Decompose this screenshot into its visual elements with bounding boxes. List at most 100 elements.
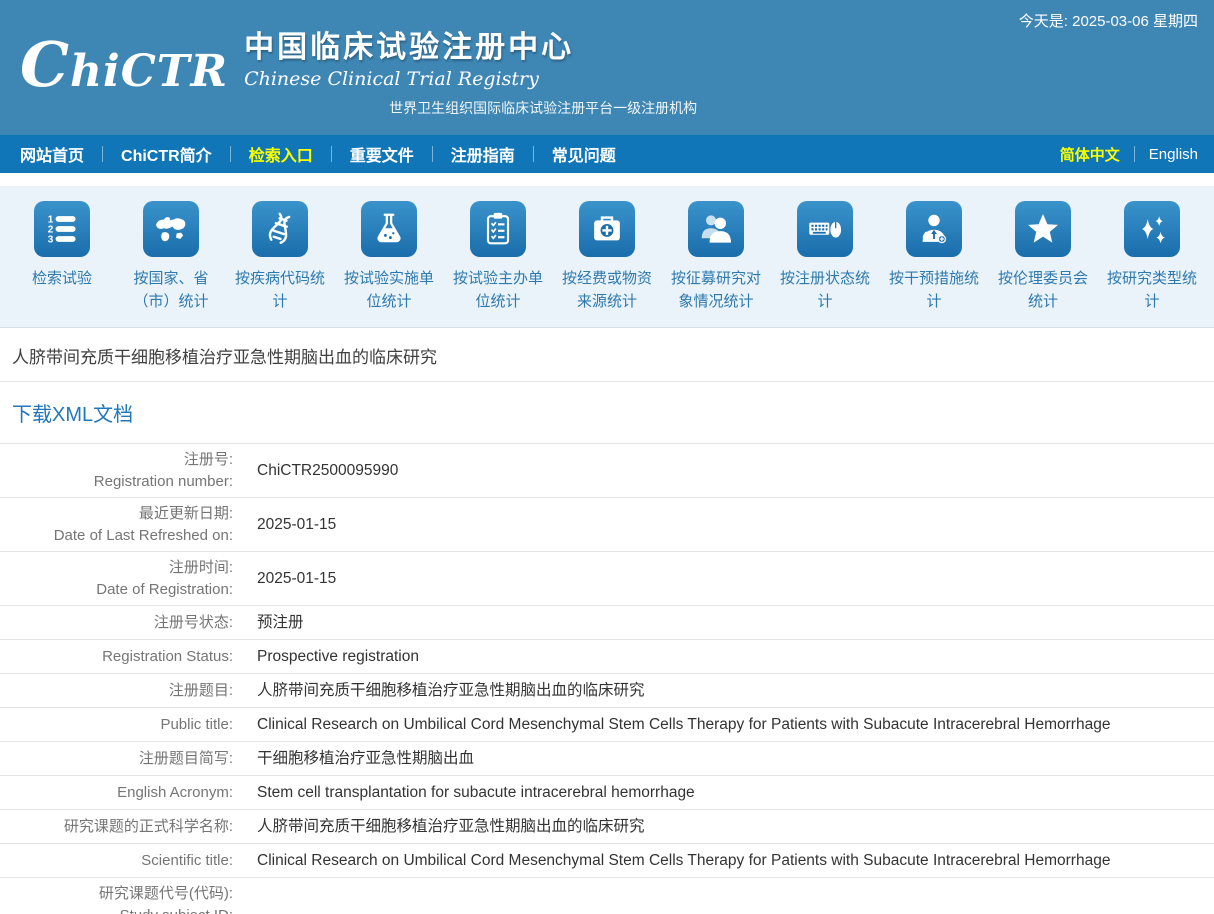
row-value: Stem cell transplantation for subacute i… (245, 778, 1214, 808)
tile-label: 按试验主办单位统计 (450, 267, 546, 314)
table-row-registration-status-zh: 注册号状态: 预注册 (0, 606, 1214, 640)
nav-item-about[interactable]: ChiCTR简介 (117, 142, 216, 166)
nav-item-guide[interactable]: 注册指南 (447, 142, 519, 166)
site-titles: 中国临床试验注册中心 Chinese Clinical Trial Regist… (244, 22, 697, 118)
row-value: 干细胞移植治疗亚急性期脑出血 (245, 744, 1214, 774)
flask-icon (361, 201, 417, 257)
nav-separator (102, 146, 103, 162)
tile-search-trials[interactable]: 1 2 3 检索试验 (8, 201, 116, 317)
row-value: 2025-01-15 (245, 510, 1214, 540)
table-row-public-title-en: Public title: Clinical Research on Umbil… (0, 708, 1214, 742)
row-label-en: English Acronym: (0, 778, 245, 808)
chictr-logo-text: ChiCTR (20, 34, 228, 96)
tile-label: 按国家、省（市）统计 (123, 267, 219, 314)
table-row-registration-status-en: Registration Status: Prospective registr… (0, 640, 1214, 674)
nav-item-documents[interactable]: 重要文件 (346, 142, 418, 166)
tile-label: 检索试验 (32, 267, 92, 290)
site-title-en: Chinese Clinical Trial Registry (244, 68, 697, 90)
tile-label: 按干预措施统计 (886, 267, 982, 314)
today-date: 今天是: 2025-03-06 星期四 (1019, 10, 1198, 31)
tile-by-recruitment-status[interactable]: 按征募研究对象情况统计 (662, 201, 770, 317)
clipboard-icon (470, 201, 526, 257)
table-row-registration-number: 注册号: Registration number: ChiCTR25000959… (0, 444, 1214, 498)
trial-detail-table: 注册号: Registration number: ChiCTR25000959… (0, 444, 1214, 914)
people-icon (688, 201, 744, 257)
row-value: Clinical Research on Umbilical Cord Mese… (245, 710, 1214, 740)
nav-separator (331, 146, 332, 162)
row-label-en: Date of Registration: (0, 579, 233, 601)
quick-stats-strip: 1 2 3 检索试验 按国家、省（市）统计 (0, 186, 1214, 328)
nav-separator (230, 146, 231, 162)
row-label-en: Study subject ID: (0, 905, 233, 914)
table-row-acronym-en: English Acronym: Stem cell transplantati… (0, 776, 1214, 810)
row-value: 预注册 (245, 608, 1214, 638)
download-row: 下载XML文档 (0, 382, 1214, 444)
row-label-zh: 注册题目: (0, 676, 245, 706)
lang-simplified-chinese[interactable]: 简体中文 (1060, 144, 1120, 165)
main-nav: 网站首页 ChiCTR简介 检索入口 重要文件 注册指南 常见问题 简体中文 E… (0, 135, 1214, 173)
row-label-en: Registration number: (0, 471, 233, 493)
nav-separator (432, 146, 433, 162)
row-label-en: Registration Status: (0, 642, 245, 672)
table-row-study-subject-id: 研究课题代号(代码): Study subject ID: (0, 878, 1214, 914)
row-label-zh: 注册号状态: (0, 608, 245, 638)
table-row-scientific-title-zh: 研究课题的正式科学名称: 人脐带间充质干细胞移植治疗亚急性期脑出血的临床研究 (0, 810, 1214, 844)
nav-item-faq[interactable]: 常见问题 (548, 142, 620, 166)
tile-label: 按研究类型统计 (1104, 267, 1200, 314)
tile-by-study-type[interactable]: 按研究类型统计 (1098, 201, 1206, 317)
row-value (245, 901, 1214, 909)
tile-by-funding-source[interactable]: 按经费或物资来源统计 (553, 201, 661, 317)
row-value: Clinical Research on Umbilical Cord Mese… (245, 846, 1214, 876)
tile-by-ethics-committee[interactable]: 按伦理委员会统计 (989, 201, 1097, 317)
row-label-zh: 研究课题代号(代码): (0, 883, 233, 905)
nav-item-home[interactable]: 网站首页 (16, 142, 88, 166)
tile-label: 按征募研究对象情况统计 (668, 267, 764, 314)
row-label-zh: 研究课题的正式科学名称: (0, 812, 245, 842)
svg-text:3: 3 (48, 235, 54, 246)
table-row-acronym-zh: 注册题目简写: 干细胞移植治疗亚急性期脑出血 (0, 742, 1214, 776)
numbered-list-icon: 1 2 3 (34, 201, 90, 257)
download-xml-link[interactable]: 下载XML文档 (12, 404, 133, 426)
tile-label: 按注册状态统计 (777, 267, 873, 314)
page-title: 人脐带间充质干细胞移植治疗亚急性期脑出血的临床研究 (0, 328, 1214, 382)
row-label-zh: 最近更新日期: (0, 503, 233, 525)
first-aid-kit-icon (579, 201, 635, 257)
row-label-en: Date of Last Refreshed on: (0, 525, 233, 547)
tile-by-sponsor-unit[interactable]: 按试验主办单位统计 (444, 201, 552, 317)
row-label-zh: 注册时间: (0, 557, 233, 579)
table-row-registration-date: 注册时间: Date of Registration: 2025-01-15 (0, 552, 1214, 606)
row-label-zh: 注册题目简写: (0, 744, 245, 774)
row-value: 人脐带间充质干细胞移植治疗亚急性期脑出血的临床研究 (245, 676, 1214, 706)
table-row-public-title-zh: 注册题目: 人脐带间充质干细胞移植治疗亚急性期脑出血的临床研究 (0, 674, 1214, 708)
tile-label: 按试验实施单位统计 (341, 267, 437, 314)
tile-by-implementing-unit[interactable]: 按试验实施单位统计 (335, 201, 443, 317)
row-label-en: Public title: (0, 710, 245, 740)
row-label-en: Scientific title: (0, 846, 245, 876)
row-value: 2025-01-15 (245, 564, 1214, 594)
lang-separator (1134, 146, 1135, 162)
tile-label: 按伦理委员会统计 (995, 267, 1091, 314)
row-value: ChiCTR2500095990 (245, 456, 1214, 486)
tile-by-intervention[interactable]: 按干预措施统计 (880, 201, 988, 317)
star-icon (1015, 201, 1071, 257)
nav-item-search[interactable]: 检索入口 (245, 142, 317, 166)
site-title-zh: 中国临床试验注册中心 (244, 22, 697, 66)
tile-by-country[interactable]: 按国家、省（市）统计 (117, 201, 225, 317)
table-row-last-refreshed: 最近更新日期: Date of Last Refreshed on: 2025-… (0, 498, 1214, 552)
site-header: 今天是: 2025-03-06 星期四 ChiCTR 中国临床试验注册中心 Ch… (0, 0, 1214, 135)
dna-icon (252, 201, 308, 257)
language-switcher: 简体中文 English (1060, 144, 1198, 165)
row-label-zh: 注册号: (0, 449, 233, 471)
nav-items: 网站首页 ChiCTR简介 检索入口 重要文件 注册指南 常见问题 (16, 142, 1060, 166)
site-subtitle: 世界卫生组织国际临床试验注册平台一级注册机构 (389, 98, 697, 118)
sparkles-icon (1124, 201, 1180, 257)
tile-by-disease-code[interactable]: 按疾病代码统计 (226, 201, 334, 317)
row-value: Prospective registration (245, 642, 1214, 672)
lang-english[interactable]: English (1149, 146, 1198, 163)
world-map-icon (143, 201, 199, 257)
nav-separator (533, 146, 534, 162)
tile-by-registration-status[interactable]: 按注册状态统计 (771, 201, 879, 317)
table-row-scientific-title-en: Scientific title: Clinical Research on U… (0, 844, 1214, 878)
row-value: 人脐带间充质干细胞移植治疗亚急性期脑出血的临床研究 (245, 812, 1214, 842)
keyboard-mouse-icon (797, 201, 853, 257)
